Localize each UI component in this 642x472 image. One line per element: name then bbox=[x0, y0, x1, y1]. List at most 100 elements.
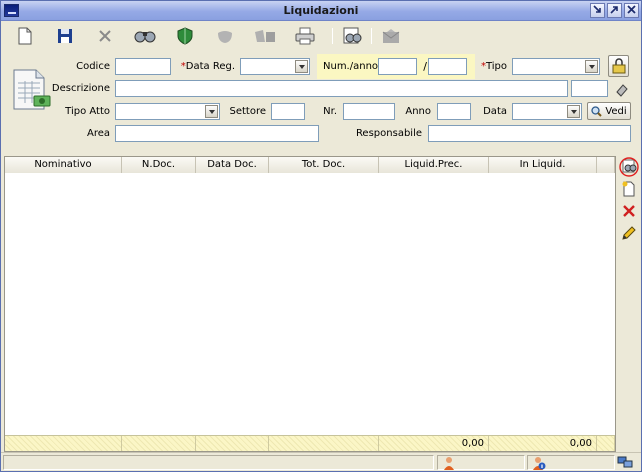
descrizione-extra-input[interactable] bbox=[571, 80, 608, 97]
grid-header: Nominativo N.Doc. Data Doc. Tot. Doc. Li… bbox=[5, 157, 615, 173]
network-icon bbox=[617, 456, 633, 468]
tipo-label: *Tipo bbox=[477, 61, 507, 72]
tipo-atto-label: Tipo Atto bbox=[65, 106, 110, 117]
print-button[interactable] bbox=[293, 25, 317, 47]
copy-icon bbox=[255, 30, 275, 42]
status-bar bbox=[1, 452, 641, 471]
column-header-n-doc[interactable]: N.Doc. bbox=[122, 157, 196, 173]
shield-disabled-button[interactable] bbox=[213, 25, 237, 47]
application-window: Liquidazioni Codice *Data Reg. Num./anno… bbox=[0, 0, 642, 472]
search-button[interactable] bbox=[133, 25, 157, 47]
column-header-data-doc[interactable]: Data Doc. bbox=[196, 157, 269, 173]
responsabile-input[interactable] bbox=[428, 125, 631, 142]
column-header-nominativo[interactable]: Nominativo bbox=[5, 157, 122, 173]
liquidazione-form: Codice *Data Reg. Num./anno / *Tipo Desc… bbox=[1, 51, 641, 151]
maximize-icon bbox=[610, 6, 618, 14]
minimize-button[interactable] bbox=[590, 3, 605, 18]
status-segment-main bbox=[3, 455, 434, 470]
delete-x-icon bbox=[99, 30, 111, 42]
envelope-icon bbox=[382, 29, 400, 43]
preview-row-button[interactable] bbox=[619, 157, 639, 177]
liquidazioni-grid[interactable]: Nominativo N.Doc. Data Doc. Tot. Doc. Li… bbox=[4, 156, 616, 452]
new-row-button[interactable] bbox=[619, 179, 639, 199]
settore-input[interactable] bbox=[271, 103, 305, 120]
total-in-liquid: 0,00 bbox=[489, 436, 597, 451]
close-button[interactable] bbox=[624, 3, 639, 18]
lock-icon bbox=[612, 58, 625, 74]
maximize-button[interactable] bbox=[607, 3, 622, 18]
tipo-select[interactable] bbox=[512, 58, 600, 75]
settore-label: Settore bbox=[229, 106, 266, 117]
window-title: Liquidazioni bbox=[283, 4, 359, 17]
column-header-tot-doc[interactable]: Tot. Doc. bbox=[269, 157, 379, 173]
status-segment-user bbox=[437, 455, 525, 470]
chevron-down-icon[interactable] bbox=[205, 105, 218, 118]
descrizione-label: Descrizione bbox=[51, 83, 110, 94]
shield-disabled-icon bbox=[218, 31, 232, 43]
grid-totals-row: 0,00 0,00 bbox=[5, 435, 615, 451]
nr-input[interactable] bbox=[343, 103, 395, 120]
data-field[interactable] bbox=[512, 103, 582, 120]
save-icon bbox=[58, 29, 72, 43]
save-button[interactable] bbox=[53, 25, 77, 47]
column-header-in-liquid[interactable]: In Liquid. bbox=[489, 157, 597, 173]
numero-input[interactable] bbox=[378, 58, 417, 75]
eraser-icon bbox=[616, 84, 628, 97]
tipo-atto-select[interactable] bbox=[115, 103, 220, 120]
delete-row-icon bbox=[623, 205, 635, 217]
eraser-button[interactable] bbox=[612, 80, 632, 100]
anno-input[interactable] bbox=[437, 103, 471, 120]
lock-button[interactable] bbox=[608, 55, 629, 77]
delete-row-button[interactable] bbox=[619, 201, 639, 221]
new-document-icon bbox=[18, 27, 32, 45]
preview-search-icon bbox=[619, 157, 639, 177]
tipo-label-text: Tipo bbox=[485, 61, 507, 72]
title-bar: Liquidazioni bbox=[1, 1, 641, 21]
total-liquid-prec: 0,00 bbox=[379, 436, 489, 451]
total-filler bbox=[597, 436, 615, 451]
shield-icon bbox=[177, 27, 193, 45]
preview-search-icon bbox=[343, 27, 362, 44]
new-button[interactable] bbox=[13, 25, 37, 47]
chevron-down-icon[interactable] bbox=[567, 105, 580, 118]
column-header-filler bbox=[597, 157, 615, 173]
mail-button[interactable] bbox=[379, 25, 403, 47]
data-reg-label-text: Data Reg. bbox=[185, 61, 235, 72]
search-icon bbox=[591, 105, 603, 117]
toolbar-separator bbox=[332, 28, 333, 44]
toolbar-separator bbox=[371, 28, 372, 44]
anno-num-input[interactable] bbox=[428, 58, 467, 75]
anno-label: Anno bbox=[405, 106, 431, 117]
vedi-button[interactable]: Vedi bbox=[587, 102, 631, 120]
total-n-doc bbox=[122, 436, 196, 451]
data-label: Data bbox=[483, 106, 507, 117]
codice-input[interactable] bbox=[115, 58, 171, 75]
shield-button[interactable] bbox=[173, 25, 197, 47]
nr-label: Nr. bbox=[323, 106, 337, 117]
new-row-icon bbox=[622, 181, 635, 197]
data-reg-label: *Data Reg. bbox=[179, 61, 235, 72]
chevron-down-icon[interactable] bbox=[585, 60, 598, 73]
total-data-doc bbox=[196, 436, 269, 451]
area-label: Area bbox=[86, 128, 110, 139]
total-tot-doc bbox=[269, 436, 379, 451]
main-toolbar bbox=[1, 22, 641, 50]
resize-grip[interactable] bbox=[617, 455, 639, 470]
codice-label: Codice bbox=[76, 61, 110, 72]
chevron-down-icon[interactable] bbox=[295, 60, 308, 73]
print-icon bbox=[295, 27, 315, 45]
column-header-liquid-prec[interactable]: Liquid.Prec. bbox=[379, 157, 489, 173]
user-info-icon bbox=[533, 457, 546, 470]
area-input[interactable] bbox=[115, 125, 319, 142]
data-reg-field[interactable] bbox=[240, 58, 310, 75]
user-icon bbox=[444, 457, 454, 470]
delete-button[interactable] bbox=[93, 25, 117, 47]
minimize-icon bbox=[593, 5, 601, 13]
vedi-label: Vedi bbox=[605, 105, 627, 117]
preview-button[interactable] bbox=[341, 25, 365, 47]
responsabile-label: Responsabile bbox=[355, 128, 422, 139]
copy-button[interactable] bbox=[253, 25, 277, 47]
edit-row-button[interactable] bbox=[619, 223, 639, 243]
binoculars-search-icon bbox=[134, 31, 156, 43]
descrizione-input[interactable] bbox=[115, 80, 568, 97]
